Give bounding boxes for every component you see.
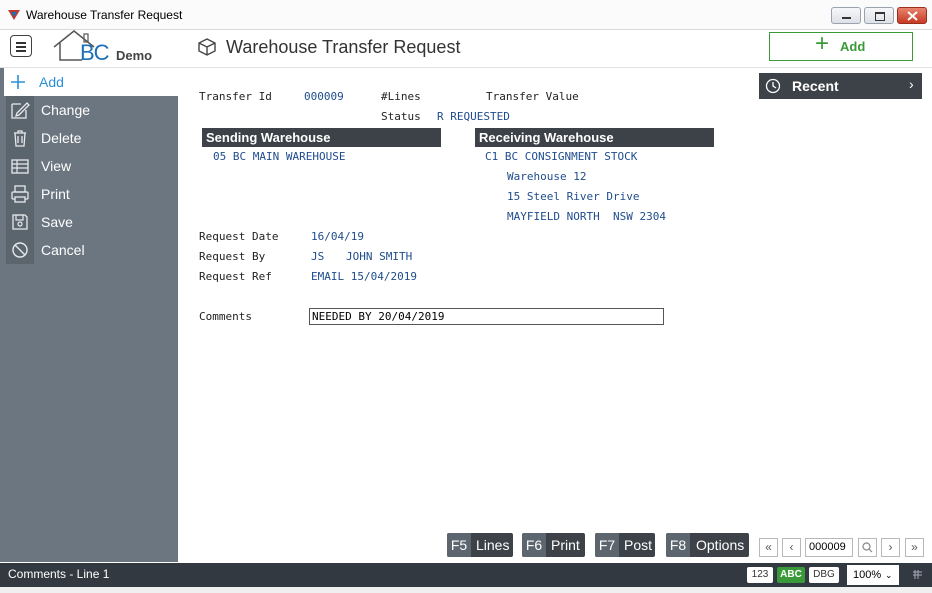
resize-grip-icon[interactable] bbox=[913, 570, 922, 579]
recent-panel-button[interactable]: Recent › bbox=[759, 73, 922, 99]
sidebar-item-cancel[interactable]: Cancel bbox=[6, 236, 178, 264]
close-icon bbox=[907, 11, 918, 21]
hamburger-menu-button[interactable] bbox=[10, 35, 32, 57]
recent-label: Recent bbox=[792, 78, 839, 94]
double-chevron-left-icon: « bbox=[765, 540, 772, 554]
receiving-warehouse-value: C1 BC CONSIGNMENT STOCK bbox=[485, 150, 638, 163]
search-record-button[interactable] bbox=[858, 538, 877, 557]
receiving-address-line-2: 15 Steel River Drive bbox=[507, 190, 640, 203]
comments-input-value: NEEDED BY 20/04/2019 bbox=[312, 310, 445, 323]
f5-key-label: F5 bbox=[447, 533, 471, 557]
plus-icon bbox=[4, 68, 32, 96]
status-text: Comments - Line 1 bbox=[8, 567, 110, 581]
f5-lines-button[interactable]: F5 Lines bbox=[447, 533, 513, 557]
plus-icon: + bbox=[815, 30, 830, 57]
cancel-icon bbox=[6, 236, 34, 264]
sidebar-item-label: Delete bbox=[41, 130, 82, 146]
receiving-address-line-1: Warehouse 12 bbox=[507, 170, 587, 183]
sidebar-item-add[interactable]: Add bbox=[4, 68, 178, 96]
first-record-button[interactable]: « bbox=[759, 538, 778, 557]
app-icon bbox=[8, 10, 20, 20]
clock-icon bbox=[765, 78, 781, 94]
sidebar-item-save[interactable]: Save bbox=[6, 208, 178, 236]
comments-label: Comments bbox=[199, 310, 252, 323]
printer-icon bbox=[6, 180, 34, 208]
f6-label: Print bbox=[551, 537, 580, 553]
numeric-mode-badge[interactable]: 123 bbox=[747, 567, 773, 583]
next-record-button[interactable]: › bbox=[881, 538, 900, 557]
sidebar-item-label: Change bbox=[41, 102, 91, 118]
receiving-warehouse-header: Receiving Warehouse bbox=[475, 128, 714, 147]
header-add-label: Add bbox=[840, 39, 866, 54]
request-ref-label: Request Ref bbox=[199, 270, 272, 283]
double-chevron-right-icon: » bbox=[911, 540, 918, 554]
sidebar-item-change[interactable]: Change bbox=[6, 96, 178, 124]
minimize-button[interactable] bbox=[831, 7, 861, 24]
sending-warehouse-value: 05 BC MAIN WAREHOUSE bbox=[213, 150, 346, 163]
save-icon bbox=[6, 208, 34, 236]
sidebar-item-view[interactable]: View bbox=[6, 152, 178, 180]
last-record-button[interactable]: » bbox=[905, 538, 924, 557]
f5-label: Lines bbox=[476, 537, 510, 553]
table-icon bbox=[6, 152, 34, 180]
close-button[interactable] bbox=[897, 7, 927, 24]
search-icon bbox=[862, 542, 873, 553]
zoom-select[interactable]: 100% ⌄ bbox=[847, 565, 899, 585]
sidebar-item-delete[interactable]: Delete bbox=[6, 124, 178, 152]
sidebar: Add Change Delete View Print Save Cancel bbox=[0, 68, 178, 562]
f7-post-button[interactable]: F7 Post bbox=[595, 533, 655, 557]
request-by-name: JOHN SMITH bbox=[346, 250, 413, 263]
transfer-value-label: Transfer Value bbox=[486, 90, 579, 103]
record-number-field[interactable]: 000009 bbox=[805, 538, 853, 557]
window-titlebar: Warehouse Transfer Request bbox=[0, 0, 932, 30]
sidebar-item-label: Cancel bbox=[41, 242, 85, 258]
maximize-button[interactable] bbox=[864, 7, 894, 24]
zoom-value: 100% bbox=[853, 569, 882, 581]
sidebar-item-label: View bbox=[41, 158, 72, 174]
f8-options-button[interactable]: F8 Options bbox=[666, 533, 749, 557]
window-bottom-edge bbox=[0, 587, 932, 593]
debug-mode-badge[interactable]: DBG bbox=[809, 567, 839, 583]
f6-print-button[interactable]: F6 Print bbox=[522, 533, 585, 557]
trash-icon bbox=[6, 124, 34, 152]
f6-key-label: F6 bbox=[522, 533, 546, 557]
transfer-id-value: 000009 bbox=[304, 90, 344, 103]
sidebar-item-label: Print bbox=[41, 186, 70, 202]
request-by-label: Request By bbox=[199, 250, 266, 263]
comments-input[interactable]: NEEDED BY 20/04/2019 bbox=[309, 308, 664, 325]
receiving-address-line-3: MAYFIELD NORTH NSW 2304 bbox=[507, 210, 666, 223]
header-add-button[interactable]: + Add bbox=[769, 32, 913, 61]
previous-record-button[interactable]: ‹ bbox=[782, 538, 801, 557]
lines-label: #Lines bbox=[381, 90, 421, 103]
status-label: Status bbox=[381, 110, 421, 123]
f8-label: Options bbox=[696, 537, 745, 553]
edit-icon bbox=[6, 96, 34, 124]
chevron-right-icon: › bbox=[888, 540, 893, 554]
sidebar-item-print[interactable]: Print bbox=[6, 180, 178, 208]
chevron-right-icon: › bbox=[909, 76, 914, 92]
f7-label: Post bbox=[624, 537, 653, 553]
request-ref-value: EMAIL 15/04/2019 bbox=[311, 270, 417, 283]
cube-icon bbox=[198, 38, 216, 56]
logo-demo-label: Demo bbox=[116, 48, 153, 63]
sending-warehouse-header: Sending Warehouse bbox=[202, 128, 441, 147]
request-by-code: JS bbox=[311, 250, 325, 263]
sidebar-item-label: Add bbox=[39, 74, 64, 90]
logo-text: BC bbox=[80, 40, 110, 65]
request-date-label: Request Date bbox=[199, 230, 279, 243]
chevron-left-icon: ‹ bbox=[789, 540, 794, 554]
status-value: R REQUESTED bbox=[437, 110, 510, 123]
f7-key-label: F7 bbox=[595, 533, 619, 557]
transfer-id-label: Transfer Id bbox=[199, 90, 272, 103]
caps-mode-badge[interactable]: ABC bbox=[777, 567, 805, 583]
request-date-value: 16/04/19 bbox=[311, 230, 364, 243]
sidebar-item-label: Save bbox=[41, 214, 73, 230]
window-title: Warehouse Transfer Request bbox=[26, 8, 183, 22]
chevron-down-icon: ⌄ bbox=[885, 570, 893, 580]
page-title: Warehouse Transfer Request bbox=[226, 37, 461, 57]
f8-key-label: F8 bbox=[666, 533, 690, 557]
